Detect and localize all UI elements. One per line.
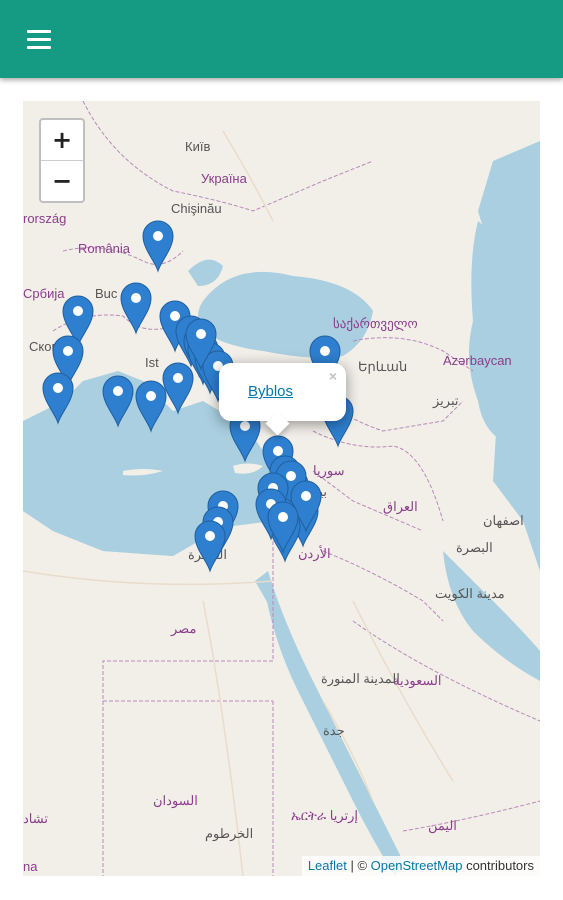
location-marker-icon[interactable] — [184, 317, 218, 371]
location-marker-icon[interactable] — [41, 371, 75, 425]
location-marker-icon[interactable] — [266, 500, 300, 554]
map-label: România — [78, 241, 131, 256]
popup-title-link[interactable]: Byblos — [248, 383, 293, 400]
map-label: مصر — [171, 621, 197, 636]
map-label: الخرطوم — [205, 826, 254, 841]
map-label: البصرة — [456, 540, 493, 555]
map-label: საქართველო — [333, 316, 418, 331]
map-label: تشاد — [23, 811, 48, 826]
map-label: Երևան — [358, 359, 408, 374]
map-label: Azərbaycan — [443, 353, 512, 368]
location-marker-icon[interactable] — [193, 519, 227, 573]
map-label: سوريا — [313, 463, 345, 478]
map-label: جدة — [323, 723, 345, 738]
map-label: الأردن — [298, 546, 331, 561]
attribution-tail: contributors — [462, 858, 534, 873]
popup-close-button[interactable]: × — [329, 368, 337, 384]
map-view[interactable]: Київ Україна Chişinău România Buc Ist Скоп Срби… — [23, 101, 540, 876]
map-label: Србија — [23, 286, 65, 301]
map-label: Buc — [95, 286, 118, 301]
location-marker-icon[interactable] — [141, 219, 175, 273]
map-label: السعودية — [393, 673, 442, 688]
map-attribution: Leaflet | © OpenStreetMap contributors — [301, 856, 540, 876]
map-label: المدينة المنورة — [321, 671, 400, 686]
map-label: العراق — [383, 499, 418, 514]
map-label: تبریز — [433, 393, 459, 408]
marker-popup: × Byblos — [219, 363, 346, 436]
map-label: مدينة الكويت — [435, 586, 505, 601]
map-label: Україна — [201, 171, 247, 186]
map-label: Chişinău — [171, 201, 222, 216]
map-label: اليمن — [428, 818, 457, 833]
attribution-separator: | © — [346, 858, 371, 873]
zoom-control: + − — [39, 118, 85, 203]
openstreetmap-link[interactable]: OpenStreetMap — [371, 858, 463, 873]
map-label: rország — [23, 211, 67, 226]
map-label: ኤርትራ إرتريا — [291, 808, 359, 823]
zoom-in-button[interactable]: + — [41, 120, 83, 161]
map-label: Ist — [145, 355, 159, 370]
zoom-out-button[interactable]: − — [41, 161, 83, 201]
location-marker-icon[interactable] — [119, 281, 153, 335]
map-label: اصفهان — [483, 513, 524, 528]
app-bar — [0, 0, 563, 78]
location-marker-icon[interactable] — [101, 374, 135, 428]
map-label: Київ — [185, 139, 211, 154]
hamburger-menu-icon[interactable] — [22, 26, 56, 54]
map-label: السودان — [153, 793, 198, 808]
leaflet-link[interactable]: Leaflet — [308, 858, 347, 873]
map-label: na — [23, 859, 38, 874]
